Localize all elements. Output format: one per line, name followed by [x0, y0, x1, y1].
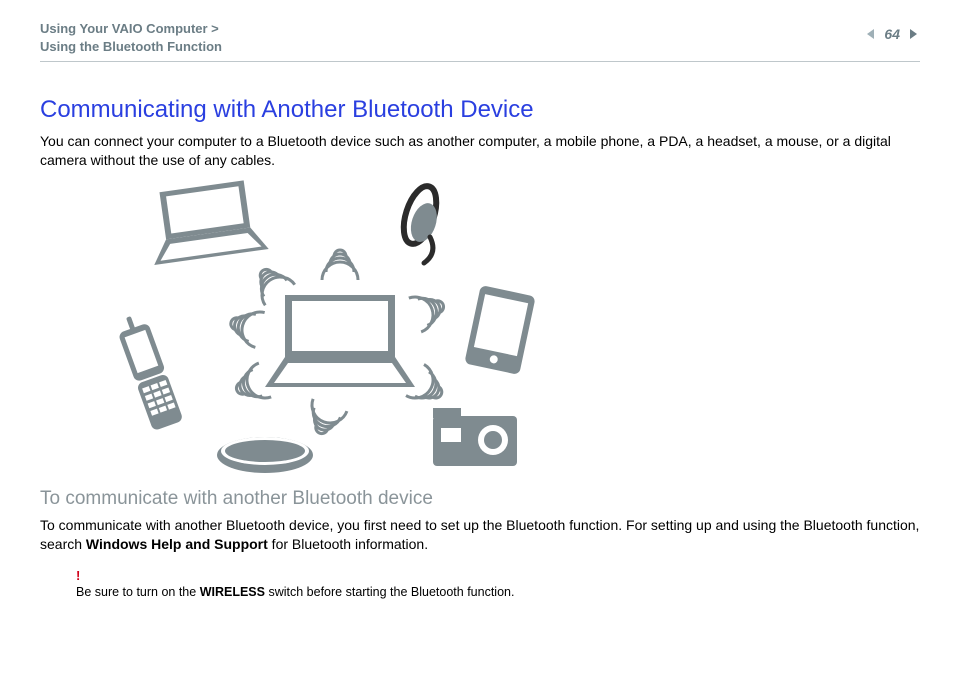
center-laptop-icon [265, 295, 415, 387]
laptop-icon [144, 180, 268, 265]
next-page-icon[interactable] [906, 27, 920, 41]
breadcrumb-line-2: Using the Bluetooth Function [40, 39, 222, 54]
breadcrumb: Using Your VAIO Computer > Using the Blu… [40, 20, 222, 55]
section-title: Communicating with Another Bluetooth Dev… [40, 96, 920, 124]
note-pre: Be sure to turn on the [76, 585, 200, 599]
subsection-heading: To communicate with another Bluetooth de… [40, 488, 920, 510]
bluetooth-diagram [80, 180, 600, 480]
body-bold: Windows Help and Support [86, 536, 268, 552]
intro-paragraph: You can connect your computer to a Bluet… [40, 132, 920, 170]
camera-icon [433, 408, 517, 466]
mouse-icon [217, 437, 313, 473]
headset-icon [397, 182, 442, 263]
page-header: Using Your VAIO Computer > Using the Blu… [40, 20, 920, 62]
body-post: for Bluetooth information. [268, 536, 428, 552]
warning-note: ! Be sure to turn on the WIRELESS switch… [76, 568, 920, 600]
page-content: Communicating with Another Bluetooth Dev… [40, 62, 920, 600]
previous-page-icon[interactable] [864, 27, 878, 41]
breadcrumb-line-1: Using Your VAIO Computer > [40, 21, 219, 36]
note-post: switch before starting the Bluetooth fun… [265, 585, 514, 599]
warning-icon: ! [76, 568, 920, 585]
page-number: 64 [884, 26, 900, 42]
page-navigator: 64 [864, 26, 920, 42]
flip-phone-icon [114, 311, 184, 431]
document-page: Using Your VAIO Computer > Using the Blu… [0, 0, 954, 674]
pda-icon [464, 285, 535, 375]
note-bold: WIRELESS [200, 585, 265, 599]
subsection-body: To communicate with another Bluetooth de… [40, 516, 920, 554]
